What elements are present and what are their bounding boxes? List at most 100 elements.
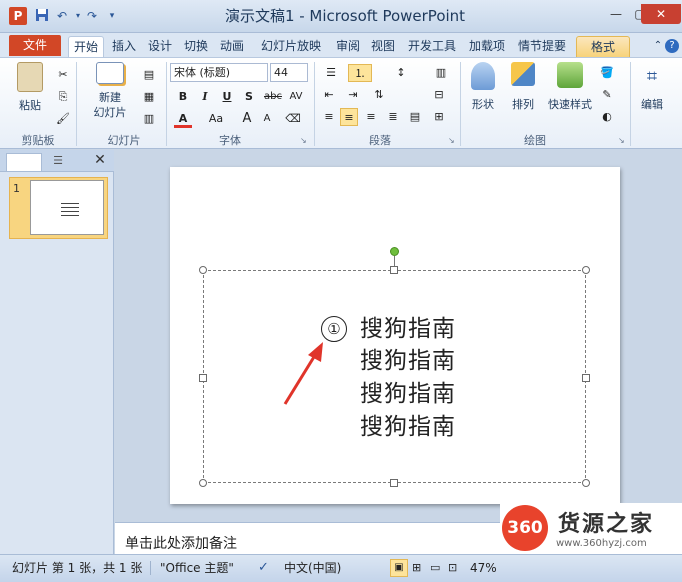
slide-thumbnail[interactable] [30,180,104,235]
new-slide-label: 新建 幻灯片 [93,91,127,119]
font-dialog-launcher-icon[interactable]: ↘ [300,136,307,145]
bold-button[interactable]: B [174,88,192,106]
resize-handle-top-left[interactable] [199,266,207,274]
tab-developer[interactable]: 开发工具 [403,36,461,57]
shape-effects-icon[interactable]: ◐ [598,108,616,126]
redo-icon[interactable]: ↷ [84,8,100,24]
tab-storyboarding[interactable]: 情节提要 [513,36,571,57]
tab-review[interactable]: 审阅 [332,36,364,57]
align-left-icon[interactable]: ≡ [320,108,338,126]
powerpoint-app-icon[interactable]: P [9,7,27,25]
reading-view-icon[interactable]: ▭ [430,555,440,581]
tab-insert[interactable]: 插入 [108,36,140,57]
editing-button[interactable]: ⌗ 编辑 [634,62,670,112]
close-icon[interactable]: ✕ [641,4,681,24]
slide-sorter-icon[interactable]: ⊞ [412,555,421,581]
arrange-button[interactable]: 排列 [506,62,540,112]
grow-font-button[interactable]: A [238,110,256,128]
tab-addins[interactable]: 加载项 [464,36,510,57]
text-direction-icon[interactable]: ⇅ [370,86,388,104]
line-spacing-icon[interactable]: ↕ [390,64,412,82]
increase-indent-icon[interactable]: ⇥ [344,86,362,104]
tab-slideshow[interactable]: 幻灯片放映 [252,36,330,57]
font-color-button[interactable]: A [174,110,192,128]
group-separator [314,62,315,146]
paragraph-dialog-launcher-icon[interactable]: ↘ [448,136,455,145]
tab-home[interactable]: 开始 [68,36,104,57]
reset-icon[interactable]: ▦ [140,88,158,106]
resize-handle-bottom[interactable] [390,479,398,487]
slide-text-line[interactable]: 搜狗指南 [360,378,456,410]
character-spacing-button[interactable]: AV [286,88,306,106]
underline-button[interactable]: U [218,88,236,106]
align-text-icon[interactable]: ⊟ [430,86,448,104]
clear-formatting-icon[interactable]: ⌫ [284,110,302,128]
chevron-up-icon[interactable]: ⌃ [652,36,664,57]
new-slide-button[interactable]: 新建 幻灯片 [84,62,136,120]
undo-icon[interactable]: ↶ [54,8,70,24]
tab-animations[interactable]: 动画 [216,36,248,57]
strikethrough-button[interactable]: abc [262,88,284,106]
slide-text-line[interactable]: 搜狗指南 [360,313,456,345]
resize-handle-bottom-left[interactable] [199,479,207,487]
window-title: 演示文稿1 - Microsoft PowerPoint [224,7,466,25]
bullets-icon[interactable]: ☰ [320,64,342,82]
change-case-button[interactable]: Aa [204,110,228,128]
shrink-font-button[interactable]: A [258,110,276,128]
smartart-icon[interactable]: ⊞ [430,108,448,126]
columns-icon[interactable]: ▥ [430,64,452,82]
zoom-level[interactable]: 47% [470,555,497,581]
tab-view[interactable]: 视图 [367,36,399,57]
tab-format[interactable]: 格式 [576,36,630,57]
drawing-dialog-launcher-icon[interactable]: ↘ [618,136,625,145]
shadow-button[interactable]: S [240,88,258,106]
cut-icon[interactable]: ✂ [54,66,72,84]
help-icon[interactable]: ? [665,39,679,53]
save-icon[interactable] [34,8,50,24]
distributed-icon[interactable]: ▤ [406,108,424,126]
close-icon[interactable]: ✕ [92,152,108,170]
rotation-handle[interactable] [390,247,399,256]
shape-outline-icon[interactable]: ✎ [598,86,616,104]
shapes-button[interactable]: 形状 [466,62,500,112]
paste-button[interactable]: 粘贴 [10,62,50,113]
shape-fill-icon[interactable]: 🪣 [598,64,616,82]
font-size-combo[interactable]: 44 [270,63,308,82]
slides-tab-icon[interactable] [6,153,42,171]
resize-handle-left[interactable] [199,374,207,382]
watermark-url: www.360hyzj.com [556,538,647,549]
theme-status[interactable]: "Office 主题" [160,555,234,581]
copy-icon[interactable]: ⎘ [54,88,72,106]
resize-handle-top[interactable] [390,266,398,274]
paste-label: 粘贴 [19,99,41,112]
tab-transitions[interactable]: 切换 [180,36,212,57]
resize-handle-right[interactable] [582,374,590,382]
resize-handle-top-right[interactable] [582,266,590,274]
layout-icon[interactable]: ▤ [140,66,158,84]
arrange-icon [511,62,535,86]
normal-view-icon[interactable]: ▣ [390,559,408,577]
align-center-icon[interactable]: ≡ [340,108,358,126]
tab-design[interactable]: 设计 [144,36,176,57]
slide-text-line[interactable]: 搜狗指南 [360,411,456,443]
font-name-combo[interactable]: 宋体 (标题) [170,63,268,82]
justify-icon[interactable]: ≣ [384,108,402,126]
slideshow-icon[interactable]: ⊡ [448,555,457,581]
slide-text-line[interactable]: 搜狗指南 [360,345,456,377]
quick-styles-button[interactable]: 快速样式 [544,62,596,112]
format-painter-icon[interactable]: 🖌 [54,110,72,128]
italic-button[interactable]: I [196,88,214,106]
language-status[interactable]: 中文(中国) [284,555,341,581]
align-right-icon[interactable]: ≡ [362,108,380,126]
annotation-arrow [283,342,323,405]
slide-thumbnail-number: 1 [13,182,20,195]
resize-handle-bottom-right[interactable] [582,479,590,487]
customize-quick-access-icon[interactable]: ▾ [104,8,120,24]
numbering-icon[interactable]: ⒈ [348,64,372,82]
decrease-indent-icon[interactable]: ⇤ [320,86,338,104]
section-icon[interactable]: ▥ [140,110,158,128]
minimize-icon[interactable]: — [604,4,628,24]
outline-tab-icon[interactable]: ☰ [48,154,68,170]
spellcheck-icon[interactable]: ✓ [258,555,269,581]
tab-file[interactable]: 文件 [9,35,61,56]
